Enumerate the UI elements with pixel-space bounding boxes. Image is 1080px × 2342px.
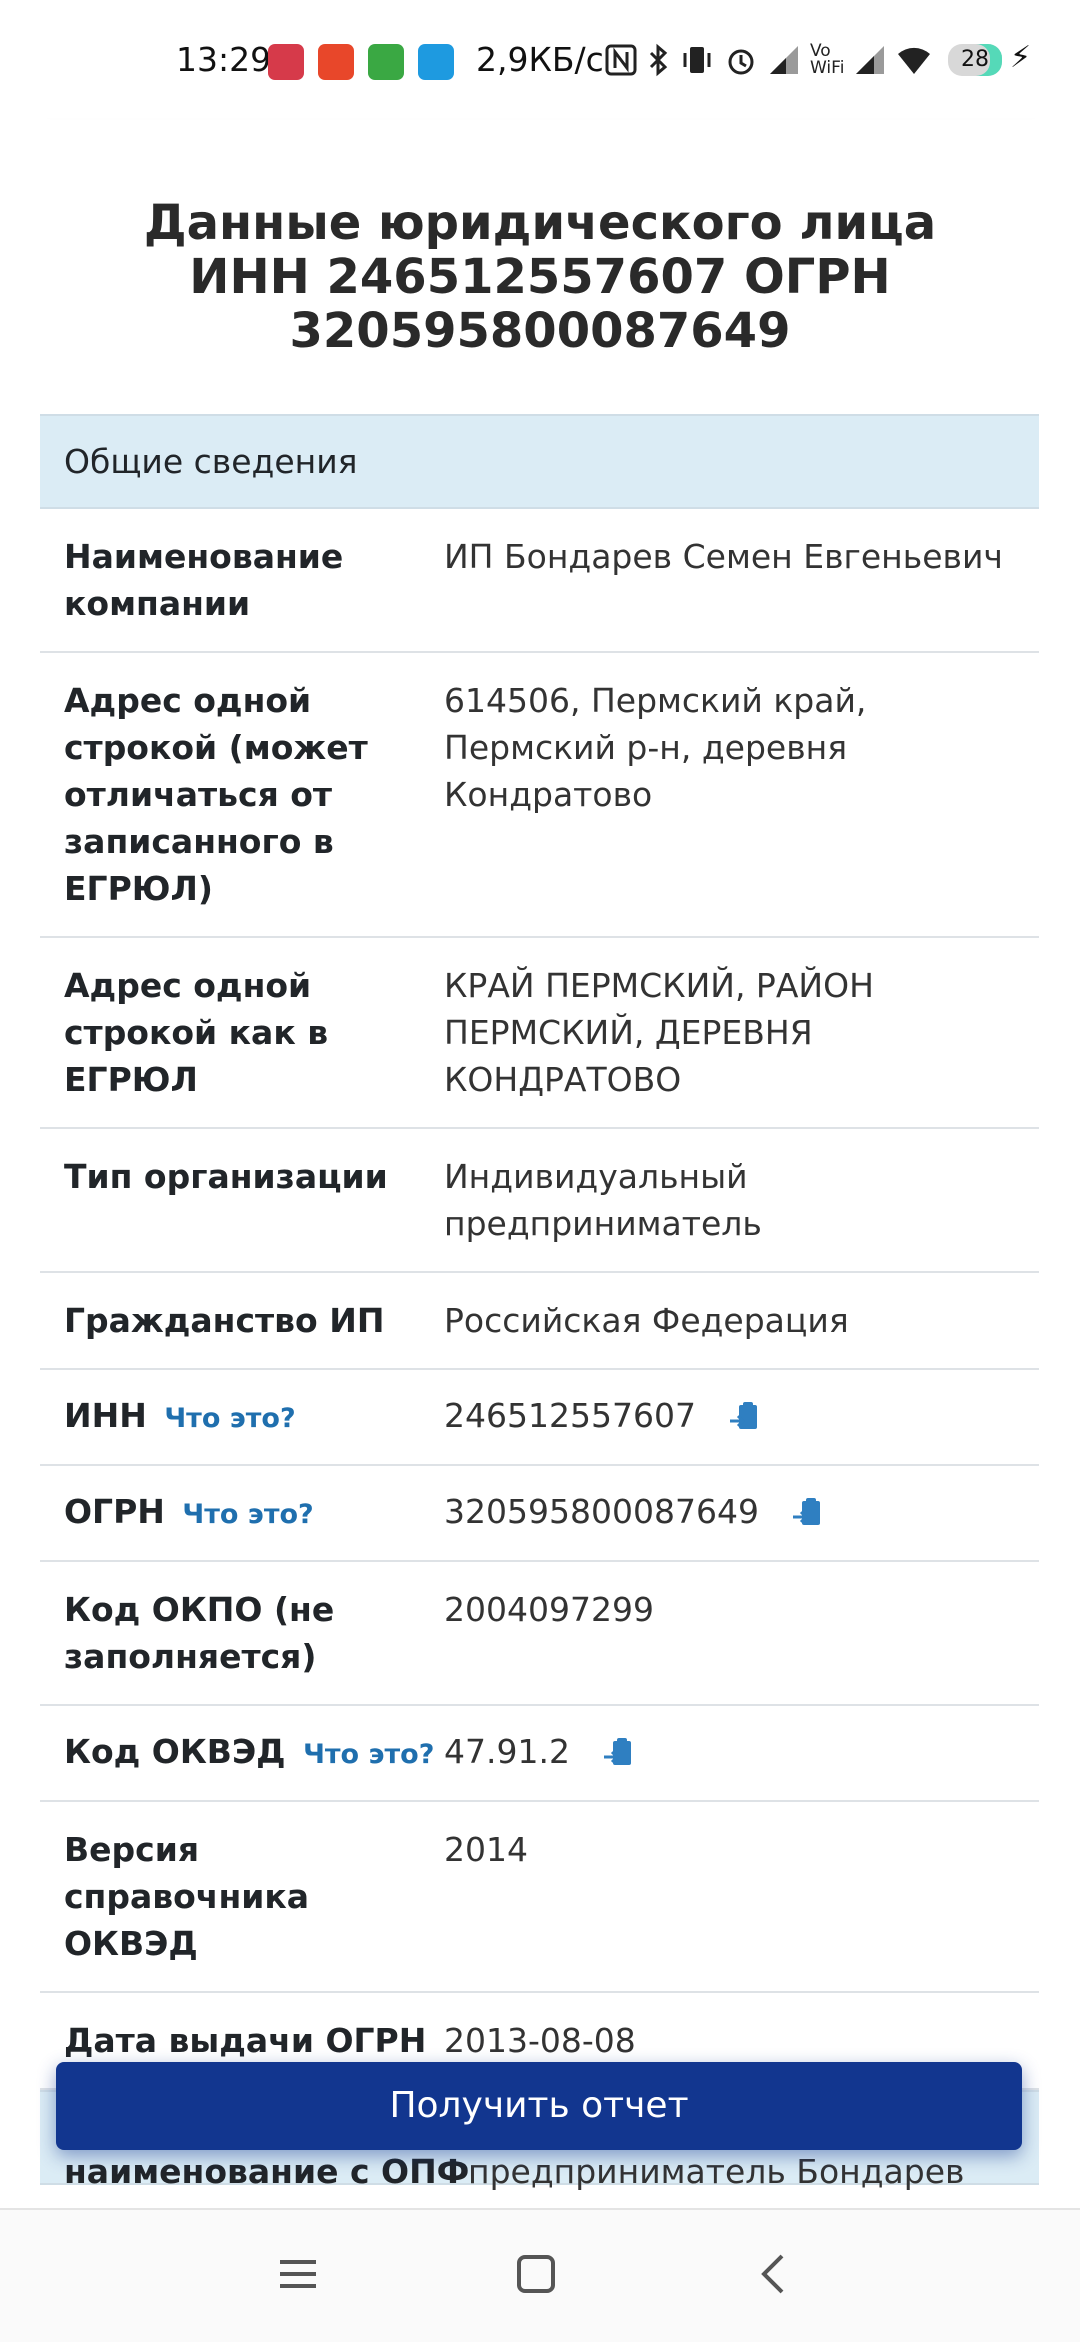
row-label: Код ОКВЭД Что это? [64,1732,435,1771]
app-notification-icon [418,44,454,80]
row-value: 246512557607 [444,1392,1039,1442]
row-label: Версия справочника ОКВЭД [64,1830,310,1963]
what-is-it-link[interactable]: Что это? [164,1403,295,1434]
table-row: Адрес одной строкой как в ЕГРЮЛ КРАЙ ПЕР… [40,938,1039,1129]
app-notification-icon [268,44,304,80]
row-value: 2013-08-08 [444,2021,636,2060]
wifi-icon [898,47,931,74]
signal-icon [856,46,885,74]
row-value: 614506, Пермский край, Пермский р-н, дер… [444,681,867,814]
bluetooth-icon [649,43,668,77]
table-row: ОГРН Что это? 320595800087649 [40,1466,1039,1562]
page-title: Данные юридического лица ИНН 24651255760… [143,195,937,359]
table-row: Наименование компании ИП Бондарев Семен … [40,509,1039,653]
alarm-icon [728,49,754,75]
section-header-general: Общие сведения [40,414,1039,509]
company-info-table: Общие сведения Наименование компании ИП … [40,414,1039,2185]
row-label: ОГРН Что это? [64,1492,314,1531]
table-row: Код ОКВЭД Что это? 47.91.2 [40,1706,1039,1802]
row-label: ИНН Что это? [64,1396,296,1435]
row-value: 320595800087649 [444,1488,1039,1538]
table-row: ИНН Что это? 246512557607 [40,1370,1039,1466]
signal-icon [770,46,798,74]
row-label: Код ОКПО (не заполняется) [64,1590,335,1676]
row-label: Адрес одной строкой как в ЕГРЮЛ [64,966,329,1099]
table-row: Гражданство ИП Российская Федерация [40,1273,1039,1370]
charging-icon: ⚡ [1010,40,1032,75]
table-row: Версия справочника ОКВЭД 2014 [40,1802,1039,1993]
row-value: предприниматель Бондарев [468,2152,965,2191]
row-value: 47.91.2 [444,1728,1039,1778]
what-is-it-link[interactable]: Что это? [303,1739,434,1770]
network-speed: 2,9КБ/с [476,40,604,79]
home-icon[interactable] [506,2244,566,2304]
row-label: наименование с ОПФ [64,2152,470,2191]
row-value: Российская Федерация [444,1301,849,1340]
row-value: 2014 [444,1830,528,1869]
row-value: ИП Бондарев Семен Евгеньевич [444,537,1003,576]
row-label: Дата выдачи ОГРН [64,2021,427,2060]
row-value: КРАЙ ПЕРМСКИЙ, РАЙОН ПЕРМСКИЙ, ДЕРЕВНЯ К… [444,966,874,1099]
copy-icon[interactable] [728,1399,762,1433]
vibrate-icon [683,47,711,73]
app-notification-icon [368,44,404,80]
table-row: наименование с ОПФ предприниматель Бонда… [40,2150,1039,2210]
row-label: Гражданство ИП [64,1301,385,1340]
what-is-it-link[interactable]: Что это? [182,1499,313,1530]
nfc-icon [605,44,637,76]
menu-icon[interactable] [268,2244,328,2304]
copy-icon[interactable] [791,1495,825,1529]
row-value: Индивидуальный предприниматель [444,1157,762,1243]
system-nav-bar [0,2208,1080,2342]
table-row: Адрес одной строкой (может отличаться от… [40,653,1039,938]
status-icons: Vo WiFi [604,40,932,80]
get-report-button[interactable]: Получить отчет [56,2062,1022,2150]
status-bar: 13:29 2,9КБ/с Vo WiFi 28 ⚡ [0,0,1080,118]
row-label: Адрес одной строкой (может отличаться от… [64,681,368,908]
app-notification-icon [318,44,354,80]
row-value: 2004097299 [444,1590,654,1629]
battery-indicator: 28 [948,44,1002,76]
table-row: Тип организации Индивидуальный предприни… [40,1129,1039,1273]
row-label: Наименование компании [64,537,344,623]
back-icon[interactable] [744,2244,804,2304]
vowifi-icon: Vo WiFi [810,41,845,78]
copy-icon[interactable] [602,1735,636,1769]
status-time: 13:29 [176,40,272,79]
table-row: Код ОКПО (не заполняется) 2004097299 [40,1562,1039,1706]
row-label: Тип организации [64,1157,388,1196]
